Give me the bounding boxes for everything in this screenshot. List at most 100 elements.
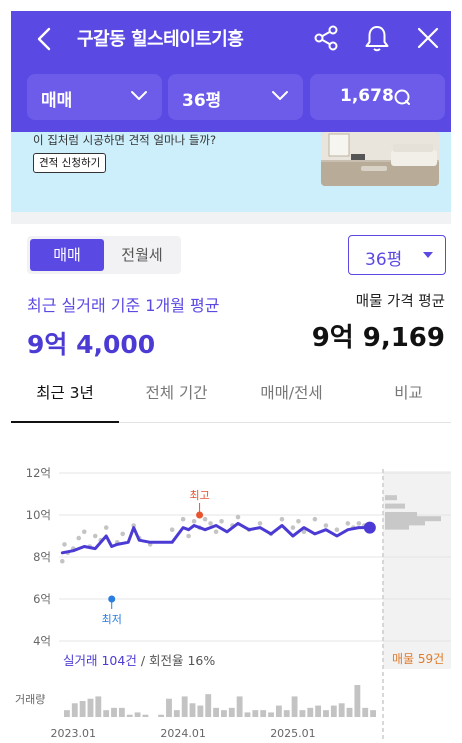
x-tick-label: 2025.01 xyxy=(270,727,316,740)
toggle-sale[interactable]: 매매 xyxy=(30,239,104,271)
volume-bar xyxy=(118,707,125,717)
volume-bar xyxy=(291,696,298,717)
close-button[interactable] xyxy=(413,23,443,53)
transaction-point xyxy=(345,521,351,526)
period-tabs: 최근 3년 전체 기간 매매/전세 비교 xyxy=(11,375,451,423)
trade-type-dropdown[interactable]: 매매 xyxy=(27,74,162,120)
listing-count: 매물 59건 xyxy=(392,652,445,666)
transaction-point xyxy=(180,516,186,522)
min-marker-point xyxy=(108,595,116,603)
volume-bar xyxy=(87,698,94,717)
y-tick-label: 8억 xyxy=(33,550,51,564)
transaction-point xyxy=(202,516,208,522)
size-select[interactable]: 36평 xyxy=(348,235,446,275)
listing-average-value: 9억 9,169 xyxy=(311,323,445,353)
comments-count: 1,678 xyxy=(340,86,394,106)
transaction-point xyxy=(81,529,87,535)
price-chart[interactable]: 12억 10억 8억 6억 4억 최고 최저 거래량 2023.01 2024.01 2025.01… xyxy=(11,441,451,743)
share-icon xyxy=(314,25,338,51)
listing-distribution-bar xyxy=(385,524,409,530)
transaction-point xyxy=(191,519,197,524)
listing-distribution-bar xyxy=(385,503,405,509)
volume-bar xyxy=(189,703,196,717)
volume-bar xyxy=(338,703,345,717)
volume-bar xyxy=(213,707,219,717)
volume-bar xyxy=(158,714,165,717)
volume-bar xyxy=(71,703,78,717)
app-frame: 구갈동 힐스테이트기흥 매매 36평 1,678 이 집처럼 시공하면 견적 얼… xyxy=(11,11,451,743)
volume-bar xyxy=(64,710,70,717)
quote-request-button[interactable]: 견적 신청하기 xyxy=(33,153,107,173)
tab-recent-3y[interactable]: 최근 3년 xyxy=(11,375,119,423)
chevron-down-icon xyxy=(131,91,147,100)
toggle-rent[interactable]: 전월세 xyxy=(105,239,179,271)
volume-bar xyxy=(205,694,212,717)
min-label: 최저 xyxy=(102,613,122,626)
ad-banner[interactable]: 이 집처럼 시공하면 견적 얼마나 들까? 견적 신청하기 xyxy=(11,132,451,212)
volume-bar xyxy=(268,712,274,717)
transaction-point xyxy=(257,521,263,526)
volume-bar xyxy=(299,710,306,717)
transaction-stats: 실거래 104건 / 회전율 16% xyxy=(63,650,215,669)
notification-button[interactable] xyxy=(362,23,392,53)
volume-bar xyxy=(103,710,110,717)
tab-compare[interactable]: 비교 xyxy=(366,375,451,423)
transaction-point xyxy=(120,531,126,537)
page-title: 구갈동 힐스테이트기흥 xyxy=(77,29,244,50)
volume-bar xyxy=(126,714,133,717)
volume-bar xyxy=(79,701,86,717)
x-tick-label: 2024.01 xyxy=(160,727,206,740)
transaction-point xyxy=(213,529,219,535)
volume-bar xyxy=(323,710,329,717)
tab-sale-jeonse[interactable]: 매매/전세 xyxy=(234,375,349,423)
deal-type-toggle: 매매 전월세 xyxy=(27,236,181,274)
volume-bar xyxy=(346,707,353,717)
volume-bar xyxy=(228,707,235,717)
transaction-point xyxy=(235,514,241,520)
recent-average-value: 9억 4,000 xyxy=(27,330,156,359)
header: 구갈동 힐스테이트기흥 매매 36평 1,678 xyxy=(11,11,451,132)
volume-bar xyxy=(283,710,290,717)
caret-down-icon xyxy=(423,252,433,258)
volume-bar xyxy=(111,707,117,717)
volume-bar xyxy=(197,705,204,717)
transaction-point xyxy=(59,558,65,564)
y-tick-label: 12억 xyxy=(26,466,51,480)
comments-button[interactable]: 1,678 xyxy=(310,74,445,120)
volume-bar xyxy=(166,698,172,717)
banner-text: 이 집처럼 시공하면 견적 얼마나 들까? xyxy=(33,133,217,147)
close-icon xyxy=(417,27,439,49)
back-button[interactable] xyxy=(33,25,57,53)
y-tick-label: 10억 xyxy=(26,508,51,522)
latest-price-point xyxy=(363,521,376,534)
transaction-point xyxy=(92,533,98,539)
chevron-left-icon xyxy=(37,27,51,51)
volume-bar xyxy=(252,710,259,717)
interior-photo xyxy=(321,132,439,186)
transaction-point xyxy=(323,523,329,528)
transaction-point xyxy=(279,516,285,522)
bell-icon xyxy=(365,26,389,52)
size-select-label: 36평 xyxy=(365,250,403,270)
transaction-point xyxy=(312,516,318,522)
share-button[interactable] xyxy=(312,23,342,53)
volume-bar xyxy=(142,714,149,717)
y-tick-label: 4억 xyxy=(33,634,51,648)
volume-bar xyxy=(181,696,188,717)
price-chart-svg: 12억 10억 8억 6억 4억 최고최저거래량 2023.01 2024.01 2025.01 xyxy=(15,466,451,740)
listing-zone xyxy=(383,471,451,669)
volume-bar xyxy=(221,710,227,717)
transaction-point xyxy=(356,521,362,526)
chat-bubble-icon xyxy=(394,89,410,105)
volume-bar xyxy=(260,710,267,717)
area-label: 36평 xyxy=(182,91,222,111)
listing-average-label: 매물 가격 평균 xyxy=(355,294,445,310)
tab-all-period[interactable]: 전체 기간 xyxy=(119,375,234,423)
volume-bar xyxy=(307,707,314,717)
section-divider xyxy=(11,212,451,224)
volume-bar xyxy=(244,712,251,717)
transaction-count: 실거래 104건 xyxy=(63,653,137,668)
turnover-rate: / 회전율 16% xyxy=(136,653,216,668)
volume-bar xyxy=(275,705,282,717)
area-dropdown[interactable]: 36평 xyxy=(168,74,303,120)
